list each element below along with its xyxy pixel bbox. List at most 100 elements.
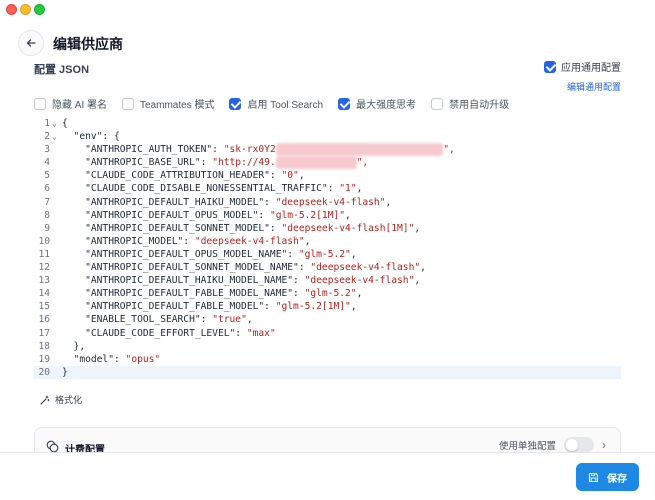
code-text: }, bbox=[62, 340, 86, 353]
general-config-toggle[interactable]: 应用通用配置 bbox=[544, 59, 621, 74]
key-token: "CLAUDE_CODE_DISABLE_NONESSENTIAL_TRAFFI… bbox=[62, 183, 340, 195]
string-token: "0" bbox=[281, 170, 299, 182]
redacted-value: xxxxxxxxxxxxxx bbox=[275, 156, 357, 170]
code-line: 19 "model": "opus" bbox=[34, 353, 621, 366]
key-token: "ENABLE_TOOL_SEARCH": bbox=[62, 314, 213, 326]
string-token: "glm-5.2" bbox=[298, 248, 351, 260]
code-line: 2 ⌄ "env": { bbox=[34, 130, 621, 143]
option-enable-tool-search[interactable]: 启用 Tool Search bbox=[229, 96, 323, 111]
line-number: 9 bbox=[44, 222, 50, 234]
string-token: ", bbox=[356, 157, 369, 169]
code-line: 7 "ANTHROPIC_DEFAULT_HAIKU_MODEL": "deep… bbox=[34, 196, 621, 209]
string-token: "true" bbox=[212, 314, 247, 326]
code-line: 12 "ANTHROPIC_DEFAULT_SONNET_MODEL_NAME"… bbox=[34, 261, 621, 274]
key-token: "env": { bbox=[62, 131, 120, 143]
key-token: , bbox=[414, 222, 421, 234]
key-token: , bbox=[350, 301, 357, 313]
save-button[interactable]: 保存 bbox=[576, 463, 639, 491]
close-window-button[interactable] bbox=[6, 4, 17, 15]
chevron-right-icon[interactable]: › bbox=[602, 438, 606, 452]
string-token: "glm-5.2[1M]" bbox=[275, 301, 351, 313]
general-config-checkbox[interactable] bbox=[544, 60, 556, 73]
option-teammates-mode[interactable]: Teammates 模式 bbox=[122, 96, 214, 111]
code-text: "ANTHROPIC_DEFAULT_HAIKU_MODEL_NAME": "d… bbox=[62, 274, 420, 287]
line-number: 16 bbox=[38, 314, 50, 326]
separate-config-toggle[interactable] bbox=[564, 437, 594, 453]
code-line: 8 "ANTHROPIC_DEFAULT_OPUS_MODEL": "glm-5… bbox=[34, 209, 621, 222]
options-row: 隐藏 AI 署名 Teammates 模式 启用 Tool Search 最大强… bbox=[34, 96, 524, 111]
key-token: , bbox=[298, 170, 305, 182]
string-token: "deepseek-v4-flash[1M]" bbox=[281, 222, 415, 234]
code-text: "ANTHROPIC_DEFAULT_OPUS_MODEL_NAME": "gl… bbox=[62, 248, 357, 261]
code-text: "ANTHROPIC_BASE_URL": "http://49.xxxxxxx… bbox=[62, 156, 369, 170]
page-header: 编辑供应商 bbox=[0, 22, 655, 64]
option-checkbox[interactable] bbox=[431, 97, 444, 110]
line-number: 10 bbox=[38, 235, 50, 247]
code-line: 1 ⌄ { bbox=[34, 117, 621, 130]
code-line: 14 "ANTHROPIC_DEFAULT_FABLE_MODEL_NAME":… bbox=[34, 287, 621, 300]
key-token: "CLAUDE_CODE_EFFORT_LEVEL": bbox=[62, 327, 247, 339]
code-text: "ANTHROPIC_DEFAULT_SONNET_MODEL": "deeps… bbox=[62, 222, 420, 235]
key-token: } bbox=[62, 366, 68, 378]
fold-chevron-icon[interactable]: ⌄ bbox=[52, 130, 57, 143]
string-token: "deepseek-v4-flash" bbox=[304, 275, 415, 287]
string-token: "http://49. bbox=[212, 157, 276, 169]
string-token: "deepseek-v4-flash" bbox=[275, 196, 386, 208]
code-text: "CLAUDE_CODE_ATTRIBUTION_HEADER": "0", bbox=[62, 169, 305, 182]
general-config-label: 应用通用配置 bbox=[561, 63, 621, 74]
key-token: , bbox=[350, 248, 357, 260]
option-hide-ai-signature[interactable]: 隐藏 AI 署名 bbox=[34, 96, 107, 111]
line-number: 3 bbox=[44, 144, 50, 156]
line-number: 1 bbox=[44, 118, 50, 129]
line-number: 11 bbox=[38, 248, 50, 260]
minimize-window-button[interactable] bbox=[20, 4, 31, 15]
fold-chevron-icon[interactable]: ⌄ bbox=[52, 117, 57, 130]
option-max-thinking[interactable]: 最大强度思考 bbox=[338, 96, 416, 111]
format-button[interactable]: 格式化 bbox=[40, 393, 82, 406]
key-token: , bbox=[246, 314, 253, 326]
key-token: "ANTHROPIC_DEFAULT_OPUS_MODEL_NAME": bbox=[62, 248, 299, 260]
option-checkbox[interactable] bbox=[338, 97, 351, 110]
key-token: "model": bbox=[62, 353, 126, 365]
option-checkbox[interactable] bbox=[34, 97, 46, 110]
line-number: 19 bbox=[38, 353, 50, 365]
code-text: "ANTHROPIC_DEFAULT_SONNET_MODEL_NAME": "… bbox=[62, 261, 426, 274]
key-token: "ANTHROPIC_DEFAULT_HAIKU_MODEL_NAME": bbox=[62, 275, 305, 287]
line-number: 12 bbox=[38, 262, 50, 274]
magic-wand-icon bbox=[40, 395, 50, 405]
line-number: 6 bbox=[44, 183, 50, 195]
option-checkbox[interactable] bbox=[122, 97, 135, 110]
line-number: 4 bbox=[44, 157, 50, 169]
back-button[interactable] bbox=[18, 30, 44, 56]
line-number: 14 bbox=[38, 288, 50, 300]
json-code-editor[interactable]: 1 ⌄ {2 ⌄ "env": {3 "ANTHROPIC_AUTH_TOKEN": … bbox=[34, 117, 621, 383]
format-label: 格式化 bbox=[55, 395, 83, 405]
code-line: 10 "ANTHROPIC_MODEL": "deepseek-v4-flash… bbox=[34, 235, 621, 248]
edit-general-config-link[interactable]: 编辑通用配置 bbox=[567, 80, 621, 93]
option-checkbox[interactable] bbox=[229, 97, 242, 110]
string-token: "1" bbox=[339, 183, 357, 195]
key-token: "ANTHROPIC_AUTH_TOKEN": bbox=[62, 144, 224, 156]
option-disable-auto-upgrade[interactable]: 禁用自动升级 bbox=[431, 96, 509, 111]
key-token: "ANTHROPIC_DEFAULT_OPUS_MODEL": bbox=[62, 209, 270, 221]
line-number: 20 bbox=[38, 366, 50, 378]
code-text: "CLAUDE_CODE_EFFORT_LEVEL": "max" bbox=[62, 327, 276, 340]
string-token: "opus" bbox=[125, 353, 161, 365]
key-token: { bbox=[62, 118, 68, 129]
code-text: "ANTHROPIC_AUTH_TOKEN": "sk-rx0Y2xxxxxxx… bbox=[62, 143, 455, 157]
key-token: , bbox=[414, 275, 421, 287]
config-json-label: 配置 JSON bbox=[34, 64, 90, 76]
key-token: "ANTHROPIC_DEFAULT_FABLE_MODEL": bbox=[62, 301, 276, 313]
code-text: "ENABLE_TOOL_SEARCH": "true", bbox=[62, 313, 253, 326]
code-line: 4 "ANTHROPIC_BASE_URL": "http://49.xxxxx… bbox=[34, 156, 621, 170]
line-number: 13 bbox=[38, 275, 50, 287]
code-line: 18 }, bbox=[34, 340, 621, 353]
save-icon bbox=[588, 472, 599, 482]
code-text: "ANTHROPIC_DEFAULT_FABLE_MODEL_NAME": "g… bbox=[62, 287, 362, 300]
code-text: "ANTHROPIC_MODEL": "deepseek-v4-flash", bbox=[62, 235, 310, 248]
zoom-window-button[interactable] bbox=[34, 4, 45, 15]
key-token: "ANTHROPIC_DEFAULT_SONNET_MODEL": bbox=[62, 222, 282, 234]
string-token: "glm-5.2" bbox=[304, 288, 357, 300]
code-line: 17 "CLAUDE_CODE_EFFORT_LEVEL": "max" bbox=[34, 327, 621, 340]
arrow-left-icon bbox=[26, 39, 36, 47]
